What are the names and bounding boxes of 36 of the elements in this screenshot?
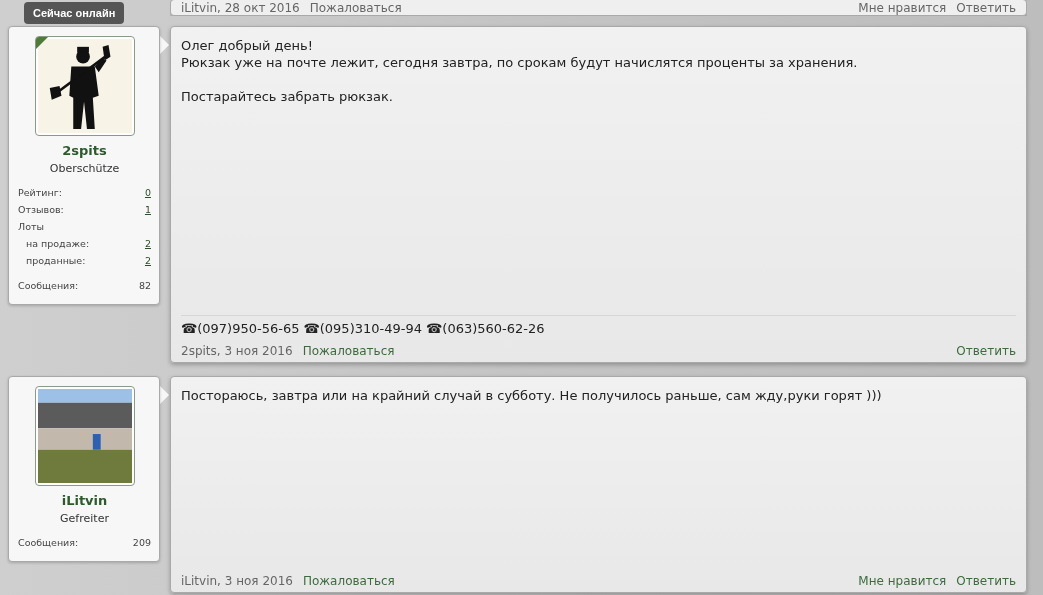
message-text: Постарайтесь забрать рюкзак. (181, 88, 394, 105)
reply-link[interactable]: Ответить (956, 574, 1016, 588)
stat-value-link[interactable]: 2 (144, 255, 151, 266)
report-link[interactable]: Пожаловаться (302, 344, 395, 358)
stat-label: Сообщения: (18, 537, 79, 548)
signature-text: ☎(097)950-56-65 ☎(095)310-49-94 ☎(063)560-62-26 (181, 315, 1016, 340)
stat-value-link[interactable]: 1 (144, 204, 151, 215)
username-link[interactable]: iLitvin (18, 493, 151, 508)
user-rank: Oberschütze (48, 162, 121, 175)
user-rank: Gefreiter (59, 512, 110, 525)
stat-label: Сообщения: (18, 280, 79, 291)
report-link[interactable]: Пожаловаться (302, 574, 395, 588)
online-tooltip: Сейчас онлайн (24, 2, 125, 24)
stat-label: Рейтинг: (18, 187, 62, 198)
message-text: Постораюсь, завтра или на крайний случай в субботу. Не получилось раньше, сам жду,руки горят ))) (181, 387, 883, 404)
stat-value: 82 (138, 280, 151, 291)
online-indicator-icon (35, 37, 48, 49)
stat-label: Лоты (18, 221, 44, 232)
reply-link[interactable]: Ответить (956, 0, 1016, 15)
message-text: Олег добрый день! Рюкзак уже на почте лежит, сегодня завтра, по срокам будут начислятся проценты за хранения. (181, 37, 859, 71)
silhouette-avatar-icon[interactable] (37, 39, 132, 133)
post-meta: iLitvin, 28 окт 2016 (181, 0, 300, 15)
post-meta: 2spits, 3 ноя 2016 (181, 344, 293, 358)
stat-label: проданные: (26, 255, 86, 266)
stat-label: на продаже: (26, 238, 90, 249)
reply-link[interactable]: Ответить (956, 344, 1016, 358)
photo-placeholder[interactable] (37, 389, 132, 483)
report-link[interactable]: Пожаловаться (309, 0, 402, 15)
post-meta: iLitvin, 3 ноя 2016 (181, 574, 293, 588)
stat-label: Отзывов: (18, 204, 64, 215)
like-link[interactable]: Мне нравится (858, 574, 947, 588)
like-link[interactable]: Мне нравится (858, 0, 947, 15)
username-link[interactable]: 2spits (18, 143, 151, 158)
stat-value: 209 (132, 537, 151, 548)
stat-value-link[interactable]: 0 (144, 187, 151, 198)
stat-value-link[interactable]: 2 (144, 238, 151, 249)
